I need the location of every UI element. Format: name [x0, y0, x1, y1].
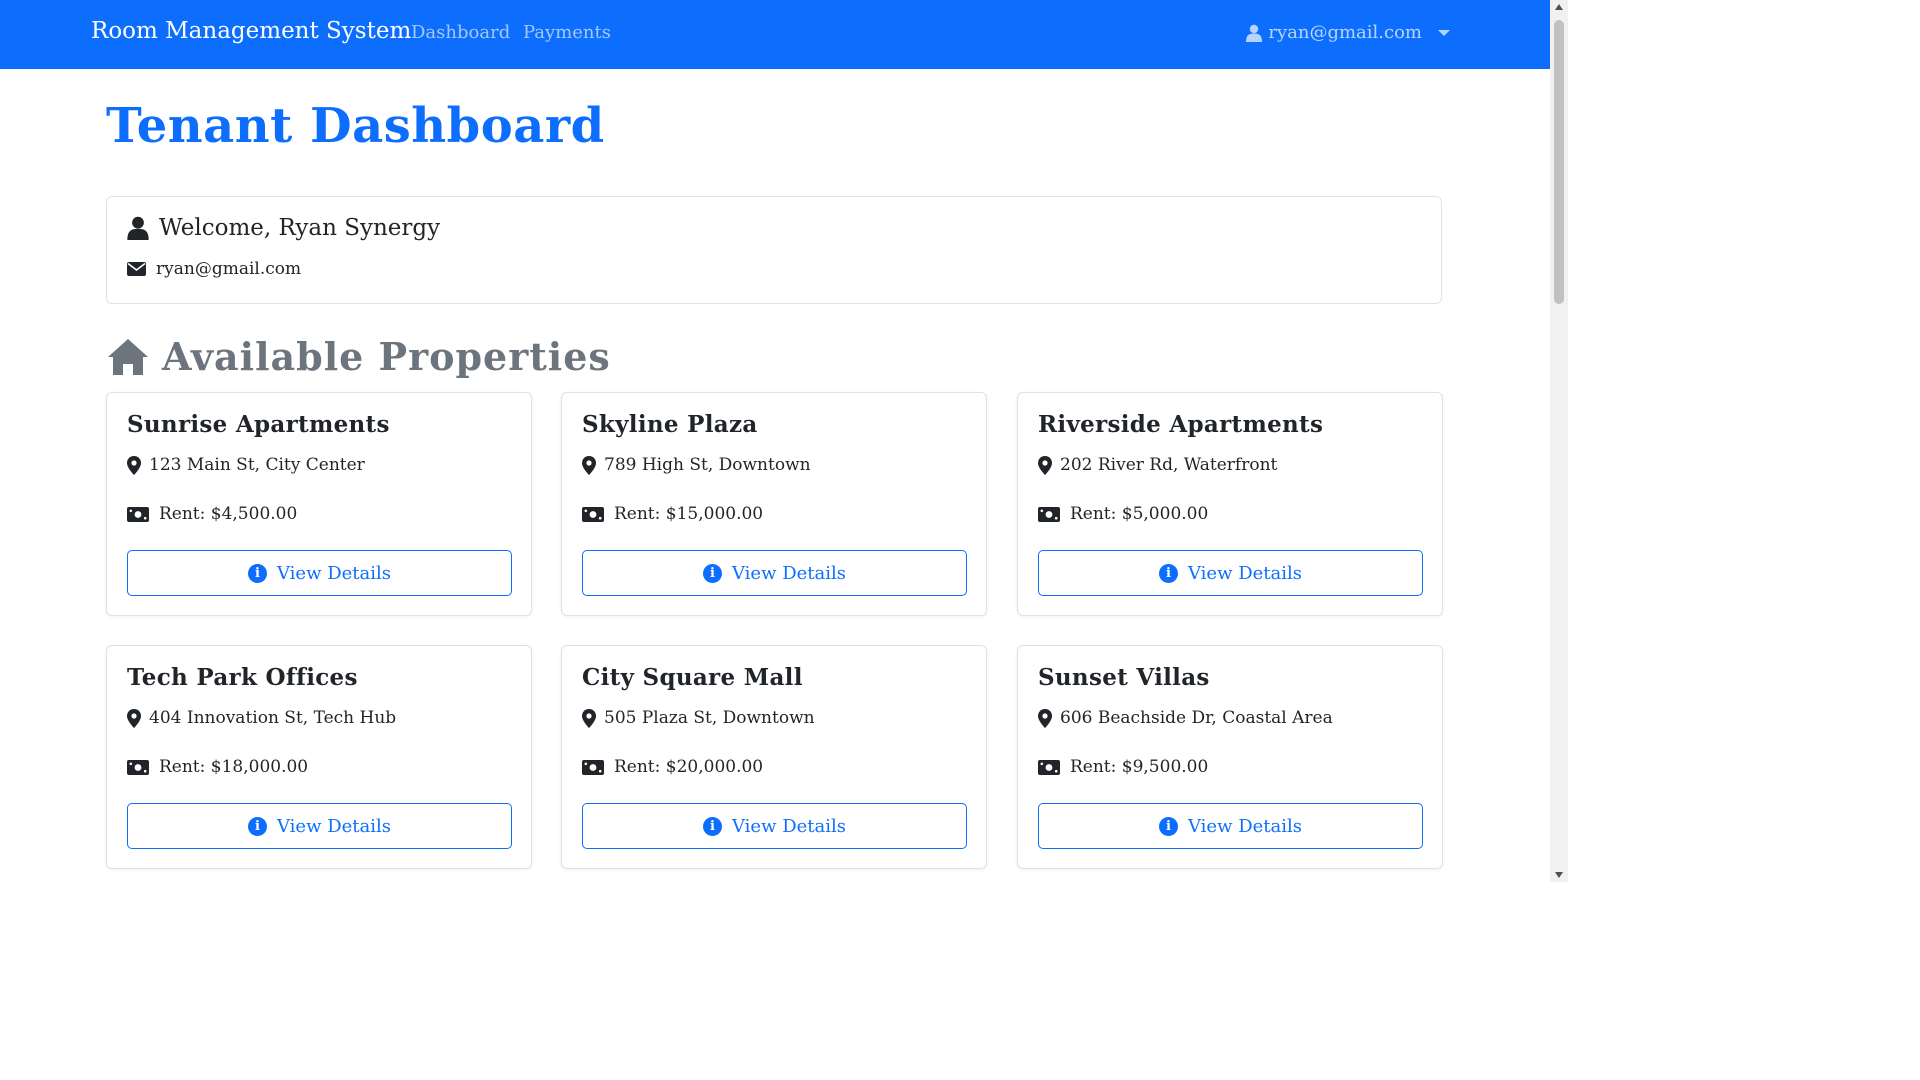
- property-address-row: 505 Plaza St, Downtown: [582, 708, 815, 728]
- property-rent-row: Rent: $4,500.00: [127, 504, 297, 524]
- property-name: Tech Park Offices: [127, 664, 358, 691]
- info-circle-icon: i: [247, 816, 267, 836]
- view-details-button[interactable]: i View Details: [582, 550, 967, 596]
- property-address-row: 789 High St, Downtown: [582, 455, 811, 475]
- money-bill-icon: [127, 759, 149, 775]
- nav-link-payments[interactable]: Payments: [523, 22, 611, 43]
- view-details-label: View Details: [1187, 815, 1303, 837]
- house-icon: [106, 337, 150, 377]
- view-details-label: View Details: [1187, 562, 1303, 584]
- envelope-icon: [127, 262, 146, 276]
- property-card: Riverside Apartments 202 River Rd, Water…: [1017, 392, 1443, 616]
- property-card: City Square Mall 505 Plaza St, Downtown …: [561, 645, 987, 869]
- view-details-label: View Details: [276, 562, 392, 584]
- view-details-label: View Details: [731, 562, 847, 584]
- property-rent-row: Rent: $15,000.00: [582, 504, 763, 524]
- top-navbar: Room Management System Dashboard Payment…: [0, 0, 1550, 69]
- property-card: Sunset Villas 606 Beachside Dr, Coastal …: [1017, 645, 1443, 869]
- money-bill-icon: [582, 506, 604, 522]
- map-marker-icon: [582, 455, 596, 475]
- money-bill-icon: [1038, 759, 1060, 775]
- map-marker-icon: [1038, 708, 1052, 728]
- property-rent-row: Rent: $9,500.00: [1038, 757, 1208, 777]
- view-details-button[interactable]: i View Details: [1038, 803, 1423, 849]
- property-name: Sunrise Apartments: [127, 411, 390, 438]
- user-icon: [127, 216, 149, 240]
- property-address-row: 202 River Rd, Waterfront: [1038, 455, 1277, 475]
- user-dropdown[interactable]: ryan@gmail.com: [1246, 22, 1450, 43]
- map-marker-icon: [127, 455, 141, 475]
- info-circle-icon: i: [1158, 563, 1178, 583]
- scroll-up-arrow-icon[interactable]: [1555, 4, 1563, 10]
- property-address-row: 123 Main St, City Center: [127, 455, 365, 475]
- property-address: 123 Main St, City Center: [149, 455, 365, 475]
- info-circle-icon: i: [702, 563, 722, 583]
- property-rent-row: Rent: $5,000.00: [1038, 504, 1208, 524]
- view-details-label: View Details: [276, 815, 392, 837]
- map-marker-icon: [127, 708, 141, 728]
- info-circle-icon: i: [702, 816, 722, 836]
- info-circle-icon: i: [1158, 816, 1178, 836]
- caret-down-icon: [1438, 29, 1450, 36]
- scrollbar-thumb[interactable]: [1554, 20, 1564, 304]
- property-name: City Square Mall: [582, 664, 803, 691]
- property-card: Tech Park Offices 404 Innovation St, Tec…: [106, 645, 532, 869]
- money-bill-icon: [127, 506, 149, 522]
- property-name: Skyline Plaza: [582, 411, 758, 438]
- property-rent: Rent: $9,500.00: [1070, 757, 1209, 777]
- view-details-button[interactable]: i View Details: [582, 803, 967, 849]
- property-rent-row: Rent: $20,000.00: [582, 757, 763, 777]
- view-details-button[interactable]: i View Details: [1038, 550, 1423, 596]
- brand-link[interactable]: Room Management System: [91, 18, 411, 44]
- user-email-label: ryan@gmail.com: [1268, 22, 1422, 43]
- property-card: Skyline Plaza 789 High St, Downtown Rent…: [561, 392, 987, 616]
- view-details-label: View Details: [731, 815, 847, 837]
- welcome-greeting: Welcome, Ryan Synergy: [159, 215, 441, 241]
- view-details-button[interactable]: i View Details: [127, 803, 512, 849]
- property-address: 789 High St, Downtown: [604, 455, 811, 475]
- welcome-card: Welcome, Ryan Synergy ryan@gmail.com: [106, 196, 1442, 304]
- property-rent: Rent: $20,000.00: [614, 757, 764, 777]
- user-icon: [1246, 24, 1263, 42]
- map-marker-icon: [582, 708, 596, 728]
- email-row: ryan@gmail.com: [127, 259, 301, 279]
- property-address: 404 Innovation St, Tech Hub: [149, 708, 397, 728]
- property-rent: Rent: $15,000.00: [614, 504, 764, 524]
- property-rent: Rent: $5,000.00: [1070, 504, 1209, 524]
- money-bill-icon: [582, 759, 604, 775]
- map-marker-icon: [1038, 455, 1052, 475]
- property-address: 606 Beachside Dr, Coastal Area: [1060, 708, 1333, 728]
- available-properties-heading: Available Properties: [106, 334, 611, 379]
- view-details-button[interactable]: i View Details: [127, 550, 512, 596]
- property-rent: Rent: $4,500.00: [159, 504, 298, 524]
- property-address-row: 404 Innovation St, Tech Hub: [127, 708, 396, 728]
- welcome-row: Welcome, Ryan Synergy: [127, 215, 440, 241]
- property-rent: Rent: $18,000.00: [159, 757, 309, 777]
- welcome-email: ryan@gmail.com: [156, 259, 302, 279]
- section-title-text: Available Properties: [162, 334, 611, 379]
- property-rent-row: Rent: $18,000.00: [127, 757, 308, 777]
- money-bill-icon: [1038, 506, 1060, 522]
- property-address: 505 Plaza St, Downtown: [604, 708, 815, 728]
- property-name: Riverside Apartments: [1038, 411, 1324, 438]
- info-circle-icon: i: [247, 563, 267, 583]
- nav-link-dashboard[interactable]: Dashboard: [411, 22, 510, 43]
- scroll-down-arrow-icon[interactable]: [1555, 872, 1563, 878]
- page-title: Tenant Dashboard: [106, 98, 605, 154]
- property-card: Sunrise Apartments 123 Main St, City Cen…: [106, 392, 532, 616]
- property-address: 202 River Rd, Waterfront: [1060, 455, 1278, 475]
- property-name: Sunset Villas: [1038, 664, 1210, 691]
- property-address-row: 606 Beachside Dr, Coastal Area: [1038, 708, 1333, 728]
- vertical-scrollbar[interactable]: [1550, 0, 1568, 882]
